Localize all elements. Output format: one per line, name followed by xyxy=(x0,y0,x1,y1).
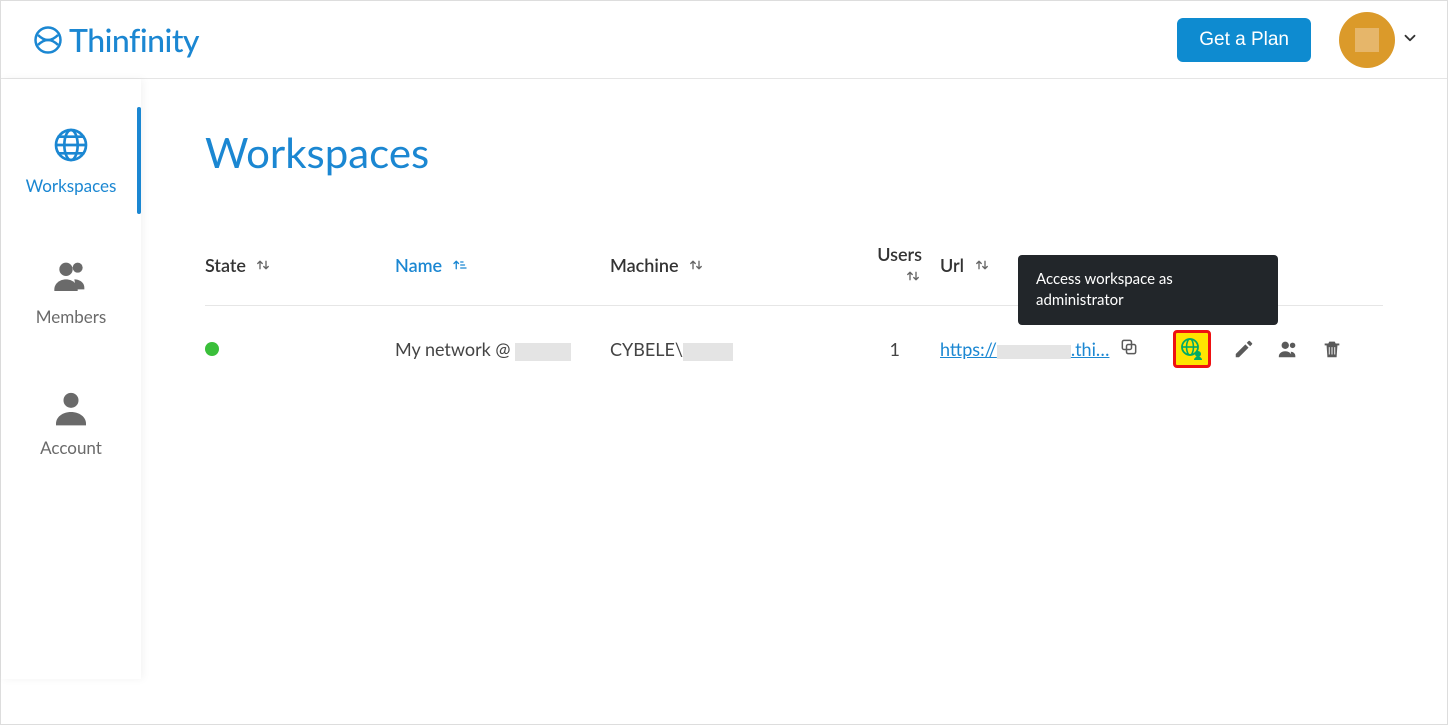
cell-machine: CYBELE\ xyxy=(610,306,860,379)
col-state[interactable]: State xyxy=(205,233,395,306)
sidebar-item-label: Members xyxy=(36,306,106,327)
top-bar: Thinfinity Get a Plan xyxy=(1,1,1447,79)
user-menu[interactable] xyxy=(1339,12,1419,68)
brand-logo[interactable]: Thinfinity xyxy=(33,20,199,59)
col-name[interactable]: Name xyxy=(395,233,610,306)
sort-icon xyxy=(904,267,922,289)
status-dot-online xyxy=(205,342,219,356)
sidebar-item-workspaces[interactable]: Workspaces xyxy=(1,119,141,202)
access-as-admin-button[interactable] xyxy=(1173,330,1211,368)
edit-icon[interactable] xyxy=(1233,338,1255,360)
sidebar-item-account[interactable]: Account xyxy=(1,381,141,464)
cell-users: 1 xyxy=(860,306,940,379)
sort-icon xyxy=(254,256,272,278)
sidebar-item-label: Workspaces xyxy=(26,175,117,196)
thinfinity-logo-icon xyxy=(33,25,63,55)
cell-name: My network @ xyxy=(395,306,610,379)
account-icon xyxy=(51,387,91,427)
workspace-url-link[interactable]: https://.thi… xyxy=(940,338,1109,360)
sidebar-item-label: Account xyxy=(40,437,102,458)
sort-icon xyxy=(973,256,991,278)
sort-asc-icon xyxy=(451,256,469,278)
globe-icon xyxy=(51,125,91,165)
cell-state xyxy=(205,306,395,379)
chevron-down-icon xyxy=(1401,29,1419,51)
sort-icon xyxy=(687,256,705,278)
members-icon[interactable] xyxy=(1277,338,1299,360)
delete-icon[interactable] xyxy=(1321,338,1343,360)
get-plan-button[interactable]: Get a Plan xyxy=(1177,18,1311,62)
sidebar: Workspaces Members Account xyxy=(1,79,141,679)
members-icon xyxy=(51,256,91,296)
content-area: Workspaces State xyxy=(141,79,1447,724)
avatar xyxy=(1339,12,1395,68)
col-users[interactable]: Users xyxy=(860,233,940,306)
globe-user-icon xyxy=(1180,337,1204,361)
tooltip: Access workspace as administrator xyxy=(1018,255,1278,325)
sidebar-item-members[interactable]: Members xyxy=(1,250,141,333)
copy-icon[interactable] xyxy=(1119,337,1139,361)
brand-text: Thinfinity xyxy=(69,20,199,59)
col-machine[interactable]: Machine xyxy=(610,233,860,306)
page-title: Workspaces xyxy=(205,127,1383,177)
